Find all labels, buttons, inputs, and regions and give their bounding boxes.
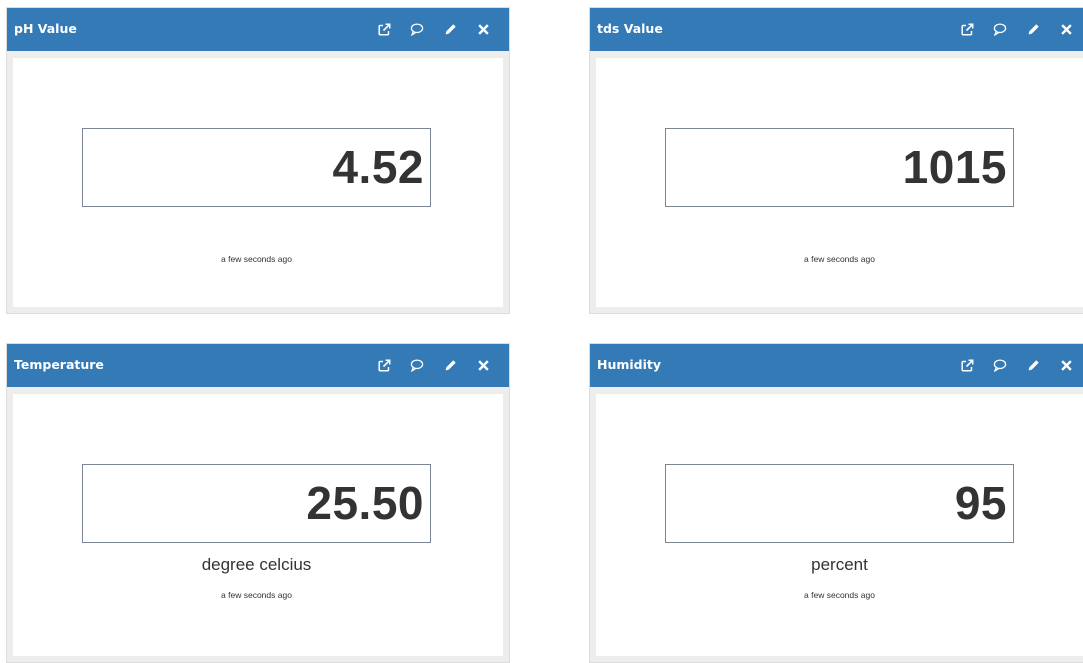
external-link-icon[interactable] [959, 22, 975, 38]
last-updated-text: a few seconds ago [221, 254, 292, 264]
comment-icon[interactable] [992, 358, 1008, 374]
widget-body: 4.52 a few seconds ago [13, 58, 503, 307]
pencil-icon[interactable] [442, 358, 458, 374]
widget-title: Humidity [597, 357, 662, 372]
close-icon[interactable] [475, 22, 491, 38]
widget-header: Temperature [7, 344, 509, 387]
external-link-icon[interactable] [959, 358, 975, 374]
sensor-value: 1015 [902, 141, 1007, 193]
close-icon[interactable] [475, 358, 491, 374]
widget-header: tds Value [590, 8, 1083, 51]
widget-toolbar [959, 8, 1074, 51]
comment-icon[interactable] [409, 358, 425, 374]
widget-temperature: Temperature 25.50 degree celcius a few s… [6, 343, 510, 663]
widget-toolbar [376, 8, 491, 51]
close-icon[interactable] [1058, 358, 1074, 374]
value-display: 25.50 [82, 464, 431, 543]
pencil-icon[interactable] [1025, 22, 1041, 38]
widget-tds-value: tds Value 1015 a few seconds ago [589, 7, 1083, 314]
widget-body: 25.50 degree celcius a few seconds ago [13, 394, 503, 656]
unit-label: percent [811, 555, 868, 574]
widget-title: Temperature [14, 357, 104, 372]
external-link-icon[interactable] [376, 22, 392, 38]
widget-ph-value: pH Value 4.52 a few seconds ago [6, 7, 510, 314]
last-updated-text: a few seconds ago [804, 254, 875, 264]
unit-label: degree celcius [201, 555, 312, 574]
widget-title: pH Value [14, 21, 77, 36]
last-updated-text: a few seconds ago [804, 590, 875, 600]
pencil-icon[interactable] [442, 22, 458, 38]
widget-toolbar [376, 344, 491, 387]
value-display: 95 [665, 464, 1014, 543]
widget-body: 1015 a few seconds ago [596, 58, 1083, 307]
sensor-value: 95 [954, 477, 1007, 529]
widget-humidity: Humidity 95 percent a few seconds ago [589, 343, 1083, 663]
value-display: 4.52 [82, 128, 431, 207]
last-updated-text: a few seconds ago [221, 590, 292, 600]
value-display: 1015 [665, 128, 1014, 207]
close-icon[interactable] [1058, 22, 1074, 38]
widget-header: pH Value [7, 8, 509, 51]
widget-header: Humidity [590, 344, 1083, 387]
pencil-icon[interactable] [1025, 358, 1041, 374]
sensor-value: 4.52 [332, 141, 424, 193]
external-link-icon[interactable] [376, 358, 392, 374]
comment-icon[interactable] [409, 22, 425, 38]
comment-icon[interactable] [992, 22, 1008, 38]
sensor-value: 25.50 [306, 477, 424, 529]
widget-title: tds Value [597, 21, 663, 36]
widget-toolbar [959, 344, 1074, 387]
widget-body: 95 percent a few seconds ago [596, 394, 1083, 656]
